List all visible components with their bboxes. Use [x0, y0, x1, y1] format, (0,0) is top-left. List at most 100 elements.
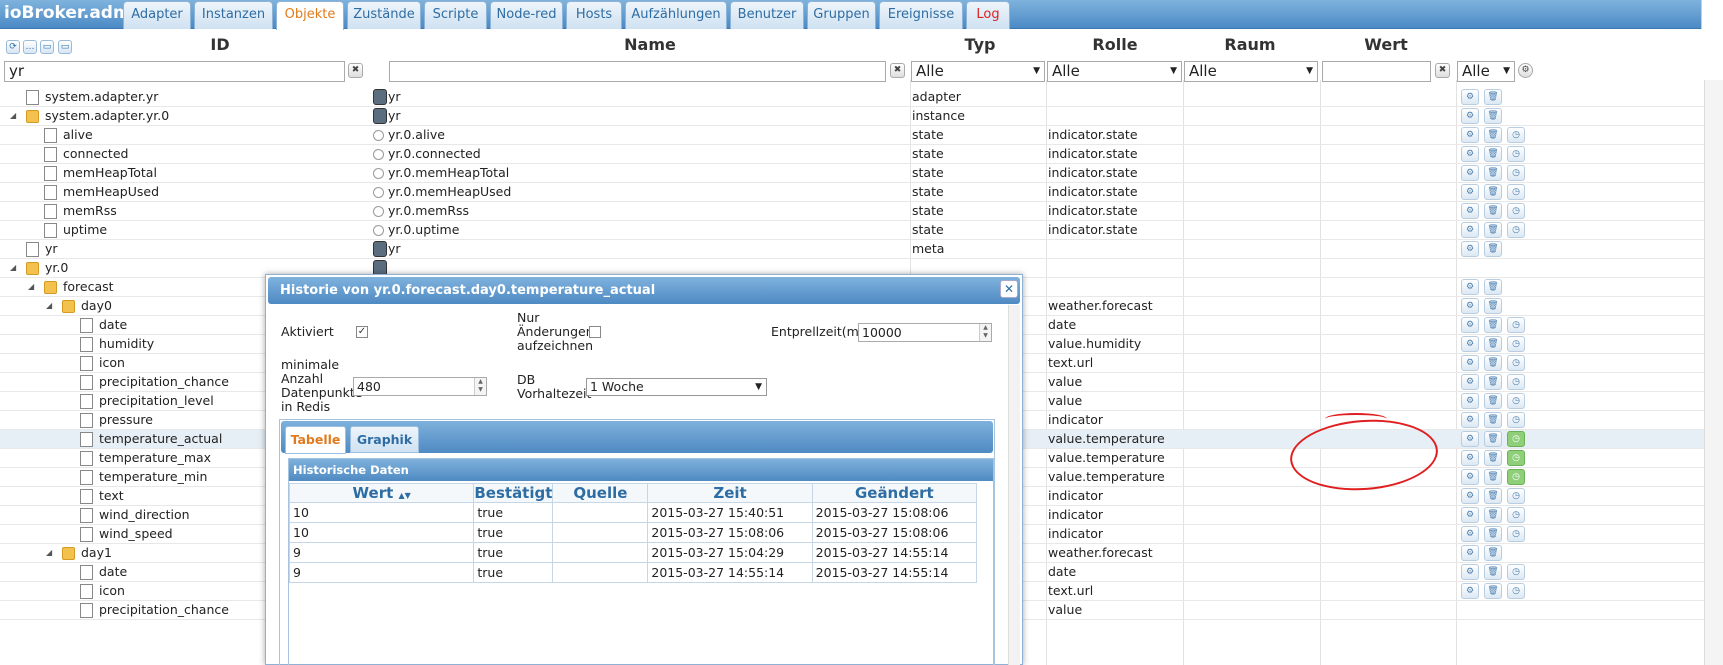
- clock-icon[interactable]: ◷: [1507, 564, 1525, 580]
- gear-icon[interactable]: ⚙: [1461, 241, 1479, 257]
- clear-wert-filter-icon[interactable]: ✖: [1435, 63, 1450, 78]
- gear-icon[interactable]: ⚙: [1461, 564, 1479, 580]
- raum-filter-select[interactable]: Alle ▼: [1184, 61, 1318, 82]
- trash-icon[interactable]: 🗑: [1484, 184, 1502, 200]
- top-right-button[interactable]: [1701, 0, 1723, 29]
- clock-icon[interactable]: ◷: [1507, 222, 1525, 238]
- tab-objekte[interactable]: Objekte: [276, 1, 344, 30]
- gear-icon[interactable]: ⚙: [1461, 469, 1479, 485]
- trash-icon[interactable]: 🗑: [1484, 431, 1502, 447]
- gear-icon[interactable]: ⚙: [1461, 184, 1479, 200]
- expand-toggle-icon[interactable]: ◢: [46, 544, 56, 562]
- tab-graphik[interactable]: Graphik: [350, 426, 419, 453]
- expand-toggle-icon[interactable]: ◢: [46, 297, 56, 315]
- col-header-wert[interactable]: Wert: [1346, 35, 1426, 54]
- tab-ereignisse[interactable]: Ereignisse: [879, 1, 963, 29]
- typ-filter-select[interactable]: Alle ▼: [911, 61, 1045, 82]
- clock-icon[interactable]: ◷: [1507, 393, 1525, 409]
- spinner-icon[interactable]: ▲ ▼: [474, 378, 486, 395]
- extra-filter-select[interactable]: Alle ▼: [1457, 61, 1515, 82]
- table-row[interactable]: 9 true 2015-03-27 14:55:14 2015-03-27 14…: [288, 562, 978, 583]
- gear-icon[interactable]: ⚙: [1461, 374, 1479, 390]
- clock-icon[interactable]: ◷: [1507, 488, 1525, 504]
- gear-icon[interactable]: ⚙: [1461, 89, 1479, 105]
- gear-icon[interactable]: ⚙: [1461, 298, 1479, 314]
- clock-icon[interactable]: ◷: [1507, 507, 1525, 523]
- tab-log[interactable]: Log: [966, 1, 1010, 29]
- clock-icon[interactable]: ◷: [1507, 146, 1525, 162]
- tab-zustaende[interactable]: Zustände: [347, 1, 421, 29]
- col-header-typ[interactable]: Typ: [940, 35, 1020, 54]
- col-header-geaendert[interactable]: Geändert: [811, 483, 978, 503]
- trash-icon[interactable]: 🗑: [1484, 450, 1502, 466]
- clock-icon[interactable]: ◷: [1507, 127, 1525, 143]
- tab-adapter[interactable]: Adapter: [123, 1, 191, 29]
- gear-icon[interactable]: ⚙: [1461, 222, 1479, 238]
- gear-icon[interactable]: ⚙: [1461, 203, 1479, 219]
- trash-icon[interactable]: 🗑: [1484, 108, 1502, 124]
- expand-toggle-icon[interactable]: ◢: [10, 107, 20, 125]
- main-scrollbar[interactable]: [1704, 80, 1723, 665]
- trash-icon[interactable]: 🗑: [1484, 526, 1502, 542]
- tab-gruppen[interactable]: Gruppen: [807, 1, 876, 29]
- trash-icon[interactable]: 🗑: [1484, 545, 1502, 561]
- clear-id-filter-icon[interactable]: ✖: [348, 63, 363, 78]
- folder-collapse-icon[interactable]: ▭: [58, 40, 72, 54]
- col-header-id[interactable]: ID: [180, 35, 260, 54]
- gear-icon[interactable]: ⚙: [1461, 583, 1479, 599]
- col-header-raum[interactable]: Raum: [1210, 35, 1290, 54]
- trash-icon[interactable]: 🗑: [1484, 298, 1502, 314]
- clock-icon[interactable]: ◷: [1507, 184, 1525, 200]
- gear-icon[interactable]: ⚙: [1461, 450, 1479, 466]
- col-header-zeit[interactable]: Zeit: [647, 483, 813, 503]
- aktiviert-checkbox[interactable]: ✓: [356, 326, 368, 338]
- tab-scripte[interactable]: Scripte: [424, 1, 487, 29]
- clock-icon[interactable]: ◷: [1507, 412, 1525, 428]
- trash-icon[interactable]: 🗑: [1484, 317, 1502, 333]
- tab-benutzer[interactable]: Benutzer: [730, 1, 804, 29]
- clock-icon[interactable]: ◷: [1507, 165, 1525, 181]
- table-row[interactable]: ◢ system.adapter.yr.0 yr instance ⚙ 🗑: [0, 107, 1704, 126]
- tab-tabelle[interactable]: Tabelle: [285, 426, 346, 454]
- trash-icon[interactable]: 🗑: [1484, 374, 1502, 390]
- gear-icon[interactable]: ⚙: [1461, 108, 1479, 124]
- clock-icon[interactable]: ◷: [1507, 355, 1525, 371]
- col-header-rolle[interactable]: Rolle: [1070, 35, 1160, 54]
- trash-icon[interactable]: 🗑: [1484, 279, 1502, 295]
- trash-icon[interactable]: 🗑: [1484, 507, 1502, 523]
- id-filter-input[interactable]: yr: [4, 61, 345, 82]
- clock-icon[interactable]: ◷: [1507, 583, 1525, 599]
- close-icon[interactable]: ✕: [1000, 280, 1018, 298]
- table-row[interactable]: alive yr.0.alive state indicator.state ⚙…: [0, 126, 1704, 145]
- gear-icon[interactable]: ⚙: [1461, 165, 1479, 181]
- trash-icon[interactable]: 🗑: [1484, 488, 1502, 504]
- settings-icon[interactable]: ⚙: [1518, 63, 1533, 78]
- dialog-scrollbar[interactable]: [1008, 305, 1020, 665]
- table-row[interactable]: uptime yr.0.uptime state indicator.state…: [0, 221, 1704, 240]
- clock-icon[interactable]: ◷: [1507, 203, 1525, 219]
- tab-instanzen[interactable]: Instanzen: [194, 1, 273, 29]
- table-row[interactable]: yr yr meta ⚙ 🗑: [0, 240, 1704, 259]
- wert-filter-input[interactable]: [1322, 61, 1431, 82]
- trash-icon[interactable]: 🗑: [1484, 165, 1502, 181]
- rolle-filter-select[interactable]: Alle ▼: [1047, 61, 1182, 82]
- trash-icon[interactable]: 🗑: [1484, 241, 1502, 257]
- tab-hosts[interactable]: Hosts: [566, 1, 622, 29]
- gear-icon[interactable]: ⚙: [1461, 412, 1479, 428]
- list-icon[interactable]: …: [23, 40, 37, 54]
- trash-icon[interactable]: 🗑: [1484, 469, 1502, 485]
- trash-icon[interactable]: 🗑: [1484, 355, 1502, 371]
- clock-icon[interactable]: ◷: [1507, 431, 1525, 447]
- clock-icon[interactable]: ◷: [1507, 526, 1525, 542]
- table-row[interactable]: memHeapTotal yr.0.memHeapTotal state ind…: [0, 164, 1704, 183]
- trash-icon[interactable]: 🗑: [1484, 89, 1502, 105]
- trash-icon[interactable]: 🗑: [1484, 583, 1502, 599]
- gear-icon[interactable]: ⚙: [1461, 507, 1479, 523]
- clock-icon[interactable]: ◷: [1507, 450, 1525, 466]
- expand-toggle-icon[interactable]: ◢: [28, 278, 38, 296]
- db-vorhaltezeit-select[interactable]: 1 Woche ▼: [586, 378, 767, 396]
- clock-icon[interactable]: ◷: [1507, 336, 1525, 352]
- trash-icon[interactable]: 🗑: [1484, 393, 1502, 409]
- name-filter-input[interactable]: [389, 61, 886, 82]
- spinner-icon[interactable]: ▲ ▼: [979, 324, 991, 341]
